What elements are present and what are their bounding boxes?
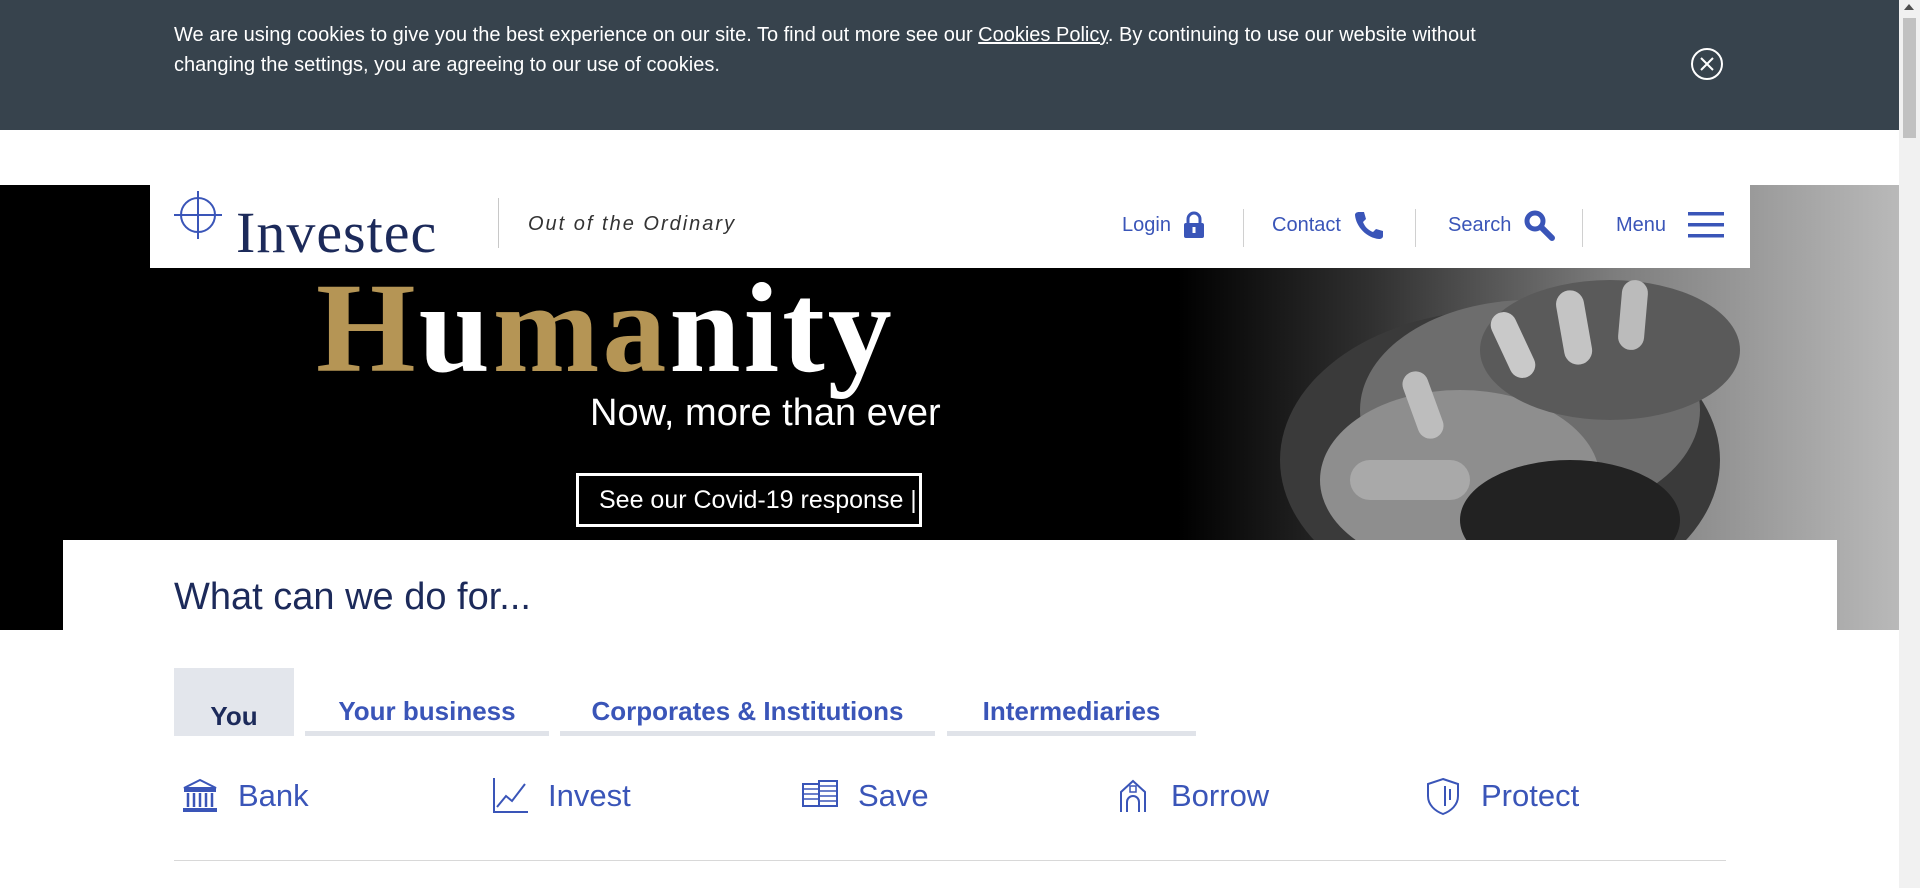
covid-response-button[interactable]: See our Covid-19 response | (576, 473, 922, 527)
search-label: Search (1448, 213, 1512, 236)
bank-icon (180, 776, 220, 816)
cookies-policy-link[interactable]: Cookies Policy (978, 24, 1108, 46)
product-protect[interactable]: Protect (1423, 772, 1579, 820)
login-link[interactable]: Login (1122, 205, 1205, 245)
product-label: Invest (548, 778, 631, 813)
scroll-up-arrow[interactable] (1904, 4, 1914, 10)
product-label: Bank (238, 778, 309, 813)
search-link[interactable]: Search (1448, 205, 1556, 245)
phone-icon (1353, 209, 1385, 241)
login-label: Login (1122, 213, 1171, 236)
nav-separator (1243, 209, 1244, 247)
page-scrollbar[interactable] (1899, 0, 1920, 888)
product-label: Borrow (1171, 778, 1270, 813)
headline-part: nity (669, 257, 895, 399)
contact-link[interactable]: Contact (1272, 205, 1385, 245)
lock-icon (1183, 211, 1205, 239)
cookie-message: We are using cookies to give you the bes… (174, 20, 1514, 80)
coins-icon (800, 776, 840, 816)
house-icon (1113, 776, 1153, 816)
shield-icon (1423, 776, 1463, 816)
product-borrow[interactable]: Borrow (1113, 772, 1269, 820)
menu-button[interactable]: Menu (1616, 205, 1725, 245)
cookie-text-start: We are using cookies to give you the bes… (174, 24, 979, 46)
search-icon (1523, 209, 1556, 241)
product-invest[interactable]: Invest (490, 772, 631, 820)
cookie-banner: We are using cookies to give you the bes… (0, 0, 1899, 130)
tab-intermediaries[interactable]: Intermediaries (947, 668, 1196, 736)
product-bank[interactable]: Bank (180, 772, 309, 820)
tab-you[interactable]: You (174, 668, 294, 736)
hero-headline: Humanity (316, 264, 895, 392)
logo-wordmark: Investec (236, 200, 438, 265)
product-label: Save (858, 778, 929, 813)
product-save[interactable]: Save (800, 772, 929, 820)
close-icon[interactable] (1691, 48, 1723, 80)
tab-your-business[interactable]: Your business (305, 668, 549, 736)
nav-separator (1582, 209, 1583, 247)
contact-label: Contact (1272, 213, 1341, 236)
headline-part: H (316, 257, 419, 399)
product-label: Protect (1481, 778, 1580, 813)
headline-part: u (418, 257, 493, 399)
hamburger-icon (1688, 211, 1725, 239)
logo-divider (498, 198, 499, 248)
brand-tagline: Out of the Ordinary (528, 213, 737, 235)
hero-subheadline: Now, more than ever (590, 392, 941, 434)
crosshair-logo-icon (174, 191, 222, 239)
scroll-thumb[interactable] (1903, 18, 1916, 138)
site-header: Investec Out of the Ordinary Login Conta… (150, 185, 1750, 268)
nav-separator (1415, 209, 1416, 247)
chart-line-icon (490, 776, 530, 816)
menu-label: Menu (1616, 213, 1667, 236)
headline-part: ma (492, 257, 670, 399)
tab-corporates-institutions[interactable]: Corporates & Institutions (560, 668, 935, 736)
section-divider (174, 860, 1726, 861)
section-heading: What can we do for... (174, 576, 531, 618)
